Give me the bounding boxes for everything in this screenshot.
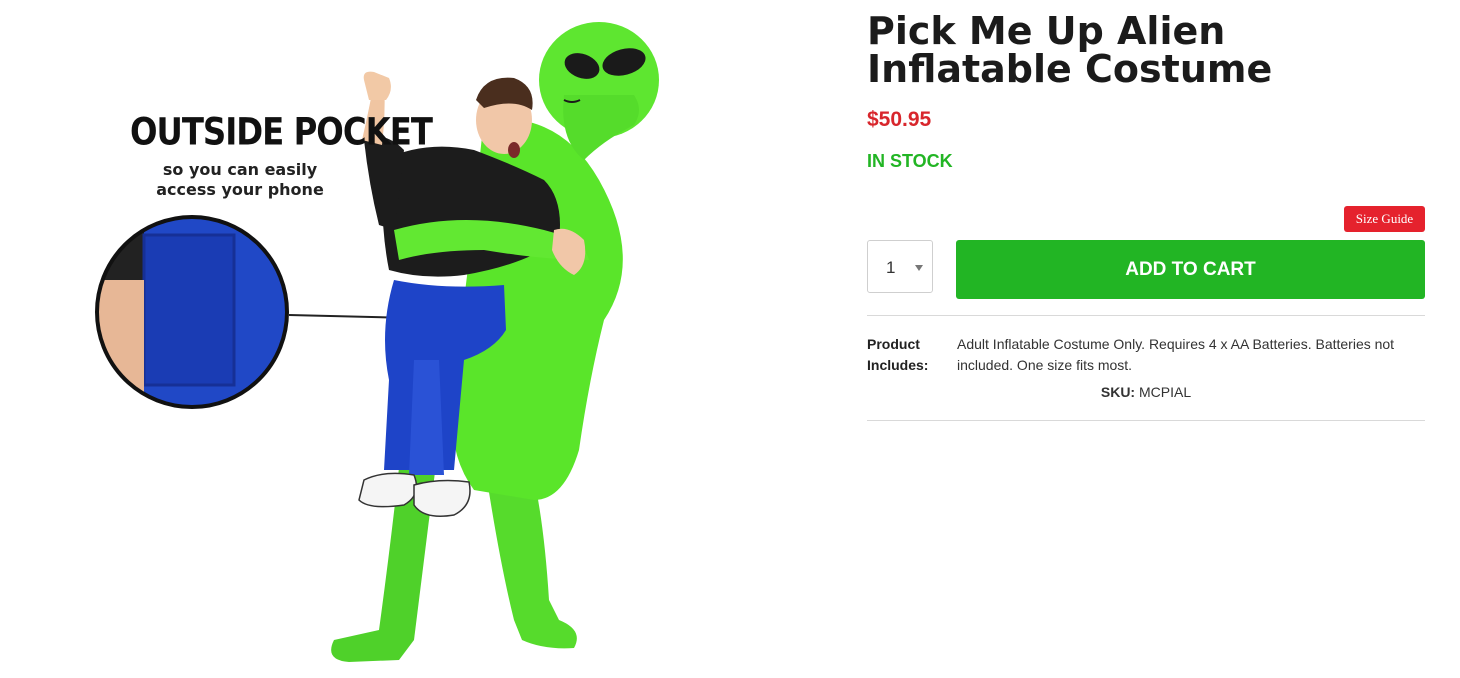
sku-label: SKU: — [1100, 384, 1136, 400]
product-price: $50.95 — [867, 108, 932, 131]
caret-down-icon — [915, 265, 923, 271]
includes-value: Adult Inflatable Costume Only. Requires … — [957, 336, 1395, 373]
callout-subtitle: so you can easily access your phone — [156, 160, 324, 199]
quantity-select[interactable]: 1 — [867, 240, 933, 293]
quantity-value: 1 — [886, 258, 896, 277]
product-image[interactable]: OUTSIDE POCKET so you can easily access … — [44, 0, 724, 678]
divider — [867, 420, 1425, 421]
size-guide-button[interactable]: Size Guide — [1344, 206, 1425, 232]
sku-line: SKU: MCPIAL — [867, 384, 1425, 400]
product-title: Pick Me Up Alien Inflatable Costume — [867, 9, 1273, 91]
stock-status: IN STOCK — [867, 151, 953, 171]
add-to-cart-button[interactable]: ADD TO CART — [956, 240, 1425, 299]
sku-value: MCPIAL — [1139, 384, 1192, 400]
divider — [867, 315, 1425, 316]
costume-illustration — [95, 22, 659, 662]
includes-label: Product Includes: — [867, 336, 929, 373]
callout-title: OUTSIDE POCKET — [130, 110, 433, 155]
